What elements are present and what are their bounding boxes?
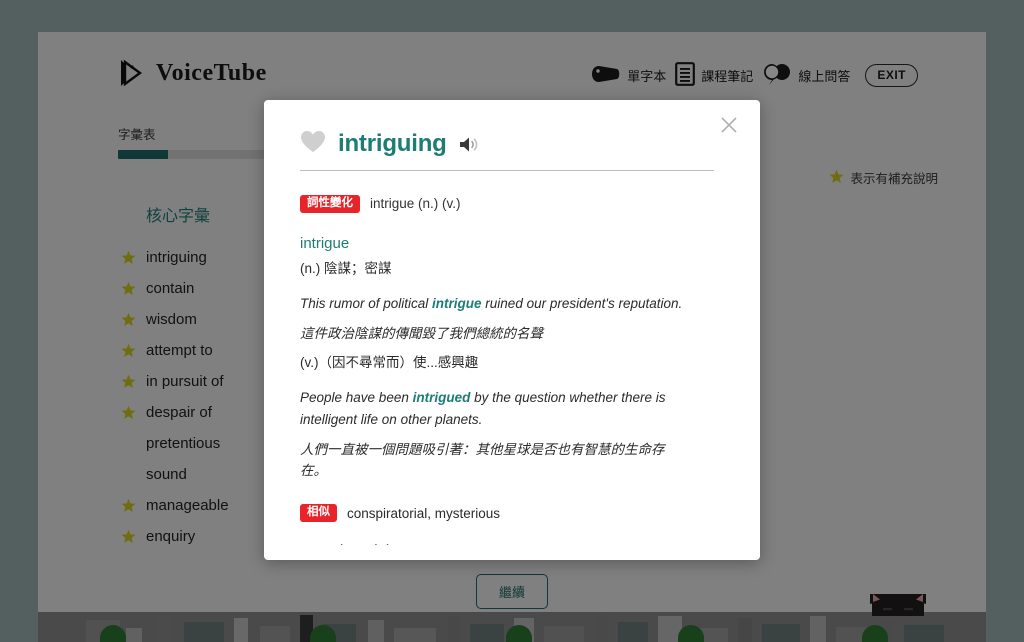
example-text-before: People have been <box>300 389 413 405</box>
star-icon <box>118 312 138 327</box>
word-detail-modal: intriguing 詞性變化 intrigue (n.) (v.) intri… <box>264 100 760 560</box>
example-highlight: intrigue <box>432 295 482 311</box>
similar-row: 相似 conspiratorial, mysterious <box>300 504 720 522</box>
nav-item-wordbook[interactable]: 單字本 <box>591 65 666 86</box>
sense-example-en: People have been intrigued by the questi… <box>300 387 684 431</box>
modal-body: 詞性變化 intrigue (n.) (v.) intrigue (n.) 陰謀… <box>300 195 720 545</box>
nav-item-notes[interactable]: 課程筆記 <box>675 62 753 89</box>
modal-word: intriguing <box>338 130 447 157</box>
speech-bubbles-icon <box>762 62 792 89</box>
sense-definition: (n.) 陰謀；密謀 <box>300 260 392 276</box>
mascot-cat-icon <box>866 594 930 618</box>
building <box>394 628 436 642</box>
legend: 表示有補充說明 <box>829 168 938 187</box>
star-icon <box>118 498 138 513</box>
star-icon <box>118 250 138 265</box>
building <box>618 622 648 642</box>
sense-example-zh: 人們一直被一個問題吸引著：其他星球是否也有智慧的生命存在。 <box>300 441 665 479</box>
vocab-item-label: wisdom <box>146 311 197 328</box>
vocab-item-label: pretentious <box>146 435 221 452</box>
wordform-row: 詞性變化 intrigue (n.) (v.) <box>300 195 720 213</box>
building <box>234 618 248 642</box>
building <box>762 624 800 642</box>
progress-fill <box>118 150 169 159</box>
vocab-item-label: contain <box>146 280 195 297</box>
vocab-item-label: attempt to <box>146 342 213 359</box>
building <box>594 614 607 642</box>
modal-title-row: intriguing <box>300 130 479 158</box>
star-icon <box>118 374 138 389</box>
building <box>184 622 224 642</box>
vocab-item-label: enquiry <box>146 528 196 545</box>
star-icon <box>118 529 138 544</box>
vocab-item-label: in pursuit of <box>146 373 224 390</box>
legend-text: 表示有補充說明 <box>850 172 938 186</box>
vocab-item-label: despair of <box>146 404 212 421</box>
similar-text: conspiratorial, mysterious <box>347 505 501 521</box>
star-icon <box>118 281 138 296</box>
building <box>738 618 752 642</box>
brand-logo[interactable]: VoiceTube <box>118 58 267 88</box>
similar-next-word[interactable]: conspiratorial <box>300 542 720 545</box>
voicetube-play-icon <box>118 58 144 88</box>
app-header: VoiceTube 單字本 課程筆記 線上問答 EXIT <box>38 32 986 110</box>
nav-item-qa[interactable]: 線上問答 <box>762 62 850 89</box>
close-icon[interactable] <box>718 115 740 137</box>
document-icon <box>675 62 696 89</box>
speaker-icon[interactable] <box>459 136 479 153</box>
vocab-item-label: manageable <box>146 497 229 514</box>
star-icon <box>829 169 844 187</box>
sense-example-en: This rumor of political intrigue ruined … <box>300 293 684 315</box>
star-icon <box>118 343 138 358</box>
exit-button[interactable]: EXIT <box>865 64 918 87</box>
wordform-text: intrigue (n.) (v.) <box>370 196 461 212</box>
sense-example-zh: 這件政治陰謀的傳聞毀了我們總統的名聲 <box>300 325 543 341</box>
tag-icon <box>591 65 621 86</box>
sense-definition: (v.)（因不尋常而）使...感興趣 <box>300 354 479 370</box>
building <box>260 626 290 642</box>
building <box>448 616 460 642</box>
entry-headword[interactable]: intrigue <box>300 235 720 252</box>
example-highlight: intrigued <box>412 389 471 405</box>
heart-icon[interactable] <box>300 130 326 158</box>
nav-label: 單字本 <box>627 69 667 84</box>
brand-name: VoiceTube <box>156 59 267 86</box>
nav-label: 課程筆記 <box>701 69 754 84</box>
building <box>158 616 170 642</box>
vocab-item-label: intriguing <box>146 249 207 266</box>
building <box>126 628 142 642</box>
building <box>544 626 584 642</box>
similar-badge: 相似 <box>300 504 337 522</box>
example-text-before: This rumor of political <box>300 295 433 311</box>
cityscape-illustration <box>38 594 986 642</box>
header-nav: 單字本 課程筆記 線上問答 EXIT <box>591 62 918 89</box>
building <box>904 625 944 642</box>
building <box>470 624 504 642</box>
wordform-badge: 詞性變化 <box>300 195 360 213</box>
vocab-item-label: sound <box>146 466 187 483</box>
building <box>368 620 384 642</box>
star-icon <box>118 405 138 420</box>
building <box>810 616 826 642</box>
modal-divider <box>300 170 714 171</box>
example-text-after: ruined our president's reputation. <box>481 295 683 311</box>
nav-label: 線上問答 <box>798 69 851 84</box>
